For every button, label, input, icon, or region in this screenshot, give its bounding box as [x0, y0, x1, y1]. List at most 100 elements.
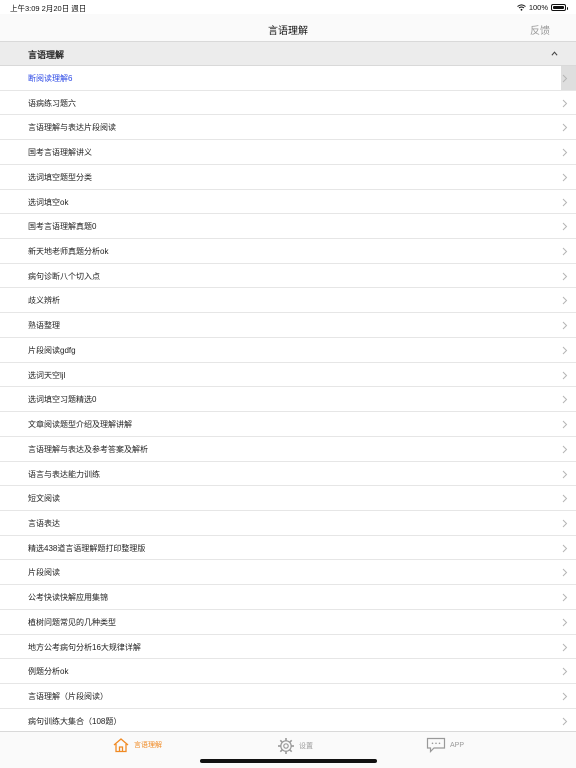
chevron-right-icon: [562, 297, 568, 305]
list-item[interactable]: 言语理解与表达及参考答案及解析: [0, 437, 576, 462]
list-item[interactable]: 例题分析ok: [0, 659, 576, 684]
list-item[interactable]: 言语理解（片段阅读）: [0, 684, 576, 709]
chevron-right-icon: [562, 173, 568, 182]
list-item-label: 植树问题常见的几种类型: [28, 617, 116, 627]
chevron-right-icon: [562, 124, 568, 132]
list-item[interactable]: 选词填空ok: [0, 190, 576, 215]
tab-home-label: 言语理解: [134, 742, 162, 749]
list-item-label: 选词天空ljl: [28, 370, 66, 380]
list-item[interactable]: 歧义辨析: [0, 288, 576, 314]
chevron-right-icon: [562, 272, 568, 281]
list-item-label: 言语理解（片段阅读）: [28, 691, 108, 701]
list-item-label: 片段阅读gdfg: [28, 345, 76, 355]
chevron-right-icon: [562, 519, 568, 528]
list-item-label: 地方公考病句分析16大规律详解: [28, 642, 141, 652]
tab-home[interactable]: 言语理解: [112, 737, 162, 753]
chevron-right-icon: [562, 148, 568, 157]
status-right: 100%: [516, 3, 568, 12]
list-item-label: 言语表达: [28, 518, 60, 528]
section-title: 言语理解: [28, 50, 65, 60]
list-item[interactable]: 选词填空题型分类: [0, 165, 576, 190]
chevron-up-icon: [551, 51, 558, 56]
tab-settings-label: 设置: [299, 743, 313, 750]
tab-app-label: APP: [450, 741, 465, 749]
list-item-label: 选词填空ok: [28, 197, 69, 207]
chevron-right-icon: [562, 346, 568, 355]
list-item[interactable]: 国考言语理解真题0: [0, 214, 576, 240]
list-item[interactable]: 片段阅读gdfg: [0, 338, 576, 363]
list-item-label: 例题分析ok: [28, 667, 69, 677]
list-item[interactable]: 断阅读理解6: [0, 66, 576, 91]
list-item[interactable]: 地方公考病句分析16大规律详解: [0, 635, 576, 660]
chevron-right-icon: [562, 198, 568, 206]
list-item[interactable]: 语言与表达能力训练: [0, 462, 576, 487]
section-header[interactable]: 言语理解: [0, 42, 576, 66]
list-item-label: 言语理解与表达片段阅读: [28, 123, 116, 133]
home-icon: [113, 738, 129, 753]
chat-bubble-icon: [426, 737, 446, 753]
battery-percent: 100%: [528, 3, 548, 12]
list-item-label: 选词填空题型分类: [28, 172, 92, 182]
chevron-right-icon: [562, 643, 568, 651]
list-item[interactable]: 文章阅读题型介绍及理解讲解: [0, 412, 576, 437]
chevron-right-icon: [562, 593, 568, 602]
list-item[interactable]: 短文阅读: [0, 486, 576, 511]
chevron-right-icon: [562, 470, 568, 478]
list-item[interactable]: 病句诊断八个切入点: [0, 264, 576, 289]
list-item[interactable]: 国考言语理解讲义: [0, 140, 576, 165]
chevron-right-icon: [562, 618, 568, 627]
chevron-right-icon: [562, 494, 568, 503]
list-item-label: 公考快读快解应用集锦: [28, 593, 108, 603]
chevron-right-icon: [562, 222, 568, 231]
navigation-bar: 言语理解 反馈: [0, 14, 576, 42]
chevron-right-icon: [562, 395, 568, 404]
list-item-label: 歧义辨析: [28, 296, 60, 306]
list-item-label: 语病练习题六: [28, 98, 76, 108]
chevron-right-icon: [562, 247, 568, 256]
gear-icon: [278, 738, 294, 754]
list-item-label: 病句训练大集合（108题）: [28, 716, 122, 726]
chevron-right-icon: [562, 99, 568, 108]
list-item-label: 断阅读理解6: [28, 74, 73, 83]
list-item-label: 熟语整理: [28, 321, 60, 331]
chevron-right-icon: [562, 544, 568, 553]
battery-icon: [551, 4, 568, 11]
home-indicator: [200, 759, 377, 763]
status-bar: 上午3:09 2月20日 週日 100%: [0, 0, 576, 14]
feedback-button[interactable]: 反馈: [530, 22, 550, 37]
list-item[interactable]: 选词天空ljl: [0, 363, 576, 388]
list-item[interactable]: 选词填空习题精选0: [0, 387, 576, 413]
list-item[interactable]: 新天地老师真题分析ok: [0, 239, 576, 264]
wifi-icon: [516, 4, 526, 11]
list-item[interactable]: 言语表达: [0, 511, 576, 536]
list-item-label: 病句诊断八个切入点: [28, 271, 100, 281]
status-time: 上午3:09 2月20日 週日: [10, 4, 87, 13]
chevron-right-icon: [562, 445, 568, 454]
list-item-label: 语言与表达能力训练: [28, 469, 100, 479]
list-item-label: 言语理解与表达及参考答案及解析: [28, 444, 148, 454]
document-list[interactable]: 断阅读理解6 语病练习题六言语理解与表达片段阅读 国考言语理解讲义 选词填空题型分类选…: [0, 66, 576, 730]
chevron-right-icon: [562, 74, 568, 83]
list-item-label: 国考言语理解真题0: [28, 222, 97, 232]
list-item[interactable]: 语病练习题六: [0, 91, 576, 116]
list-item[interactable]: 精选438道言语理解题打印整理版: [0, 536, 576, 561]
chevron-right-icon: [562, 692, 568, 701]
list-item-label: 新天地老师真题分析ok: [28, 247, 109, 257]
chevron-right-icon: [562, 321, 568, 330]
chevron-right-icon: [562, 667, 568, 676]
list-item[interactable]: 片段阅读: [0, 560, 576, 586]
tab-bar: 言语理解 设置 APP: [0, 731, 576, 768]
list-item-label: 片段阅读: [28, 568, 60, 578]
tab-app[interactable]: APP: [426, 737, 464, 753]
chevron-right-icon: [562, 717, 568, 726]
list-item-label: 国考言语理解讲义: [28, 148, 92, 158]
list-item-label: 选词填空习题精选0: [28, 395, 97, 405]
list-item-label: 精选438道言语理解题打印整理版: [28, 543, 146, 553]
list-item[interactable]: 病句训练大集合（108题）: [0, 709, 576, 730]
list-item[interactable]: 熟语整理: [0, 313, 576, 338]
list-item[interactable]: 言语理解与表达片段阅读: [0, 115, 576, 141]
tab-settings[interactable]: 设置: [277, 737, 313, 755]
list-item[interactable]: 植树问题常见的几种类型: [0, 610, 576, 635]
list-item[interactable]: 公考快读快解应用集锦: [0, 585, 576, 610]
chevron-right-icon: [562, 371, 568, 379]
